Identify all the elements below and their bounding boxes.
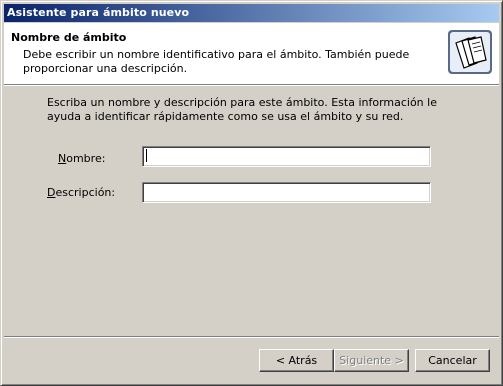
next-button[interactable]: Siguiente > [334, 349, 409, 372]
description-label: Descripción: [47, 186, 115, 199]
name-label: Nombre: [58, 152, 105, 165]
description-label-rest: escripción: [55, 186, 116, 199]
wizard-window: Asistente para ámbito nuevo Nombre de ám… [0, 0, 503, 386]
window-title: Asistente para ámbito nuevo [7, 6, 190, 19]
header-description: Debe escribir un nombre identificativo p… [23, 48, 410, 75]
name-input[interactable] [142, 146, 431, 167]
description-input[interactable] [142, 182, 431, 203]
folder-documents-icon [448, 30, 492, 74]
name-label-rest: ombre: [66, 152, 106, 165]
back-button[interactable]: < Atrás [259, 349, 334, 372]
name-label-accelerator: N [58, 152, 67, 165]
header-separator [4, 84, 499, 86]
cancel-button[interactable]: Cancelar [415, 349, 490, 372]
header-title: Nombre de ámbito [11, 31, 127, 44]
text-caret [146, 149, 147, 162]
wizard-header: Nombre de ámbito Debe escribir un nombre… [4, 23, 499, 84]
title-bar[interactable]: Asistente para ámbito nuevo [4, 4, 499, 22]
intro-text: Escriba un nombre y descripción para est… [47, 96, 437, 123]
footer-separator [4, 336, 499, 338]
